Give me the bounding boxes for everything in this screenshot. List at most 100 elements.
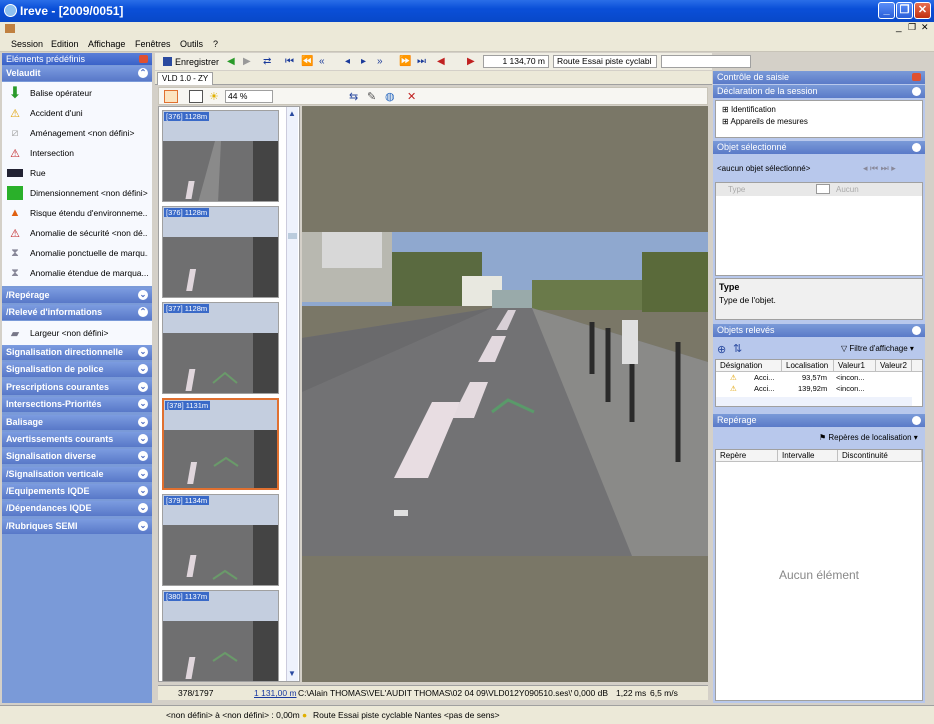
item-rue[interactable]: Rue <box>6 164 148 182</box>
maximize-button[interactable]: ❐ <box>896 2 913 19</box>
prev-group-icon[interactable]: ⏪ <box>301 56 313 67</box>
menu-affichage[interactable]: Affichage <box>88 39 125 49</box>
grid-view-icon[interactable] <box>164 90 178 103</box>
forward-icon[interactable]: ▶ <box>243 56 251 67</box>
item-intersection[interactable]: ⚠ Intersection <box>6 144 148 162</box>
item-balise-operateur[interactable]: ⬇ Balise opérateur <box>6 84 148 102</box>
group-signalisation-diverse[interactable]: Signalisation diverse ⌄ <box>2 449 152 464</box>
image-distance-link[interactable]: 1 131,00 m <box>254 688 297 698</box>
thumbnail[interactable]: [379] 1134m <box>162 494 279 586</box>
col-designation[interactable]: Désignation <box>716 360 782 372</box>
menu-edition[interactable]: Edition <box>51 39 79 49</box>
group-equipements[interactable]: /Equipements IQDE ⌄ <box>2 484 152 499</box>
minimize-button[interactable]: _ <box>878 2 895 19</box>
prev-icon[interactable]: ◂ <box>345 56 350 67</box>
tree-item-identification[interactable]: ⊞ Identification <box>722 105 776 114</box>
group-balisage[interactable]: Balisage ⌄ <box>2 415 152 430</box>
thumbnail[interactable]: [376] 1128m <box>162 110 279 202</box>
menu-fenetres[interactable]: Fenêtres <box>135 39 171 49</box>
objets-releves-header[interactable]: Objets relevés <box>713 324 925 337</box>
menu-help[interactable]: ? <box>213 39 218 49</box>
panel-close-icon[interactable] <box>912 73 921 81</box>
col-valeur2[interactable]: Valeur2 <box>876 360 912 372</box>
table-row[interactable]: ⚠ Acci... 93,57m <incon... <box>716 373 912 383</box>
globe-icon[interactable]: ◍ <box>385 90 395 103</box>
item-dimensionnement[interactable]: Dimensionnement <non défini> <box>6 184 148 202</box>
reperes-button[interactable]: ⚑ Repères de localisation ▾ <box>819 433 918 442</box>
tab-vld[interactable]: VLD 1.0 - ZY <box>157 72 214 85</box>
thumbnail-scrollbar[interactable]: ▲ ▼ <box>286 107 298 681</box>
distance-field[interactable]: 1 134,70 m <box>483 55 549 68</box>
group-reperage[interactable]: /Repérage ⌄ <box>2 288 152 303</box>
last-icon[interactable]: ⏭ <box>417 56 426 67</box>
scroll-thumb[interactable] <box>288 233 297 239</box>
col-discontinuite[interactable]: Discontinuité <box>838 450 922 462</box>
col-intervalle[interactable]: Intervalle <box>778 450 838 462</box>
thumbnail[interactable]: [376] 1128m <box>162 206 279 298</box>
fast-forward-icon[interactable]: » <box>377 56 383 67</box>
next-group-icon[interactable]: ⏩ <box>399 56 411 67</box>
reperage-header[interactable]: Repérage <box>713 414 925 427</box>
group-dependances[interactable]: /Dépendances IQDE ⌄ <box>2 501 152 516</box>
rec-forward-icon[interactable]: ▶ <box>467 56 475 67</box>
item-accident-uni[interactable]: ⚠ Accident d'uni <box>6 104 148 122</box>
thumbnail[interactable]: [377] 1128m <box>162 302 279 394</box>
group-releve[interactable]: /Relevé d'informations ⌃ <box>2 305 152 320</box>
rec-back-icon[interactable]: ◀ <box>437 56 445 67</box>
mdi-close-button[interactable]: ✕ <box>921 22 929 33</box>
group-rubriques[interactable]: /Rubriques SEMI ⌄ <box>2 519 152 534</box>
menu-outils[interactable]: Outils <box>180 39 203 49</box>
declaration-header[interactable]: Déclaration de la session <box>713 85 925 98</box>
scroll-down-icon[interactable]: ▼ <box>288 669 296 678</box>
scroll-up-icon[interactable]: ▲ <box>288 109 296 118</box>
col-valeur1[interactable]: Valeur1 <box>834 360 876 372</box>
rewind-icon[interactable]: « <box>319 56 325 67</box>
sync-icon[interactable]: ⇄ <box>263 56 271 67</box>
route-select[interactable]: Route Essai piste cyclabl <box>553 55 657 68</box>
list-view-icon[interactable] <box>189 90 203 103</box>
item-anomalie-ponctuelle[interactable]: ⧗ Anomalie ponctuelle de marqu... <box>6 244 148 262</box>
group-velaudit[interactable]: Velaudit ⌃ <box>2 66 152 81</box>
menu-session[interactable]: Session <box>11 39 43 49</box>
group-prescriptions[interactable]: Prescriptions courantes ⌄ <box>2 380 152 395</box>
panel-close-icon[interactable] <box>139 55 148 63</box>
item-risque-etendu[interactable]: ▲ Risque étendu d'environneme... <box>6 204 148 222</box>
table-row[interactable]: ⚠ Acci... 139,92m <incon... <box>716 384 912 394</box>
save-button[interactable]: Enregistrer <box>163 55 219 68</box>
col-localisation[interactable]: Localisation <box>782 360 834 372</box>
group-avertissements[interactable]: Avertissements courants ⌄ <box>2 432 152 447</box>
add-icon[interactable]: ⊕ <box>717 343 726 356</box>
first-icon[interactable]: ⏮ <box>285 56 294 67</box>
thumbnail[interactable]: [380] 1137m <box>162 590 279 681</box>
filter-button[interactable]: ▽ Filtre d'affichage ▾ <box>841 344 914 353</box>
back-icon[interactable]: ◀ <box>227 56 235 67</box>
selected-object-label: <aucun objet sélectionné> <box>717 164 811 173</box>
zoom-select[interactable]: 44 % <box>225 90 273 103</box>
mdi-minimize-button[interactable]: _ <box>896 22 902 33</box>
item-anomalie-securite[interactable]: ⚠ Anomalie de sécurité <non dé... <box>6 224 148 242</box>
item-largeur[interactable]: ▰ Largeur <non défini> <box>6 324 148 342</box>
col-repere[interactable]: Repère <box>716 450 778 462</box>
item-anomalie-etendue[interactable]: ⧗ Anomalie étendue de marqua... <box>6 264 148 282</box>
group-signalisation-police[interactable]: Signalisation de police ⌄ <box>2 362 152 377</box>
draw-icon[interactable]: ✎ <box>367 90 376 103</box>
sort-icon[interactable]: ⇅ <box>733 342 742 355</box>
tree-item-appareils[interactable]: ⊞ Appareils de mesures <box>722 117 808 126</box>
next-icon[interactable]: ▸ <box>361 56 366 67</box>
item-amenagement[interactable]: ⧄ Aménagement <non défini> <box>6 124 148 142</box>
mdi-restore-button[interactable]: ❐ <box>908 22 916 33</box>
filter-select[interactable] <box>661 55 751 68</box>
property-row[interactable]: Type Aucun <box>716 183 922 196</box>
measure-icon[interactable]: ⇆ <box>349 90 358 103</box>
light-icon[interactable]: ☀ <box>209 90 219 103</box>
group-signalisation-directionnelle[interactable]: Signalisation directionnelle ⌄ <box>2 345 152 360</box>
thumbnail-selected[interactable]: [378] 1131m <box>162 398 279 490</box>
horizontal-scrollbar[interactable] <box>716 397 912 406</box>
close-button[interactable]: ✕ <box>914 2 931 19</box>
group-signalisation-verticale[interactable]: /Signalisation verticale ⌄ <box>2 467 152 482</box>
object-nav-icons[interactable]: ◂ ⏮ ⏭ ▸ <box>863 163 896 174</box>
group-intersections[interactable]: Intersections-Priorités ⌄ <box>2 397 152 412</box>
objet-selectionne-header[interactable]: Objet sélectionné <box>713 141 925 154</box>
image-viewer[interactable] <box>302 106 708 682</box>
pin-icon[interactable]: ✕ <box>407 90 416 103</box>
